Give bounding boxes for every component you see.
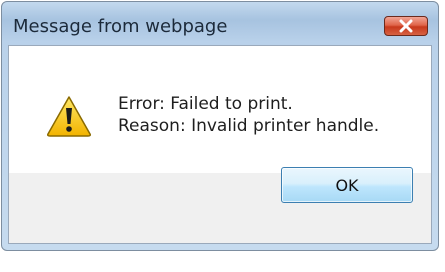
dialog-body: Error: Failed to print. Reason: Invalid … <box>8 45 432 244</box>
message-dialog: Message from webpage Error: Failed to pr… <box>0 0 445 272</box>
message-line-reason: Reason: Invalid printer handle. <box>118 116 380 136</box>
close-button[interactable] <box>384 16 428 36</box>
message-area: Error: Failed to print. Reason: Invalid … <box>9 46 431 173</box>
message-text: Error: Failed to print. Reason: Invalid … <box>118 93 379 137</box>
dialog-title: Message from webpage <box>13 16 228 37</box>
warning-icon <box>47 96 91 137</box>
ok-button[interactable]: OK <box>281 167 413 203</box>
close-icon <box>399 19 413 33</box>
title-bar[interactable]: Message from webpage <box>2 2 438 50</box>
message-line-error: Error: Failed to print. <box>118 94 293 114</box>
